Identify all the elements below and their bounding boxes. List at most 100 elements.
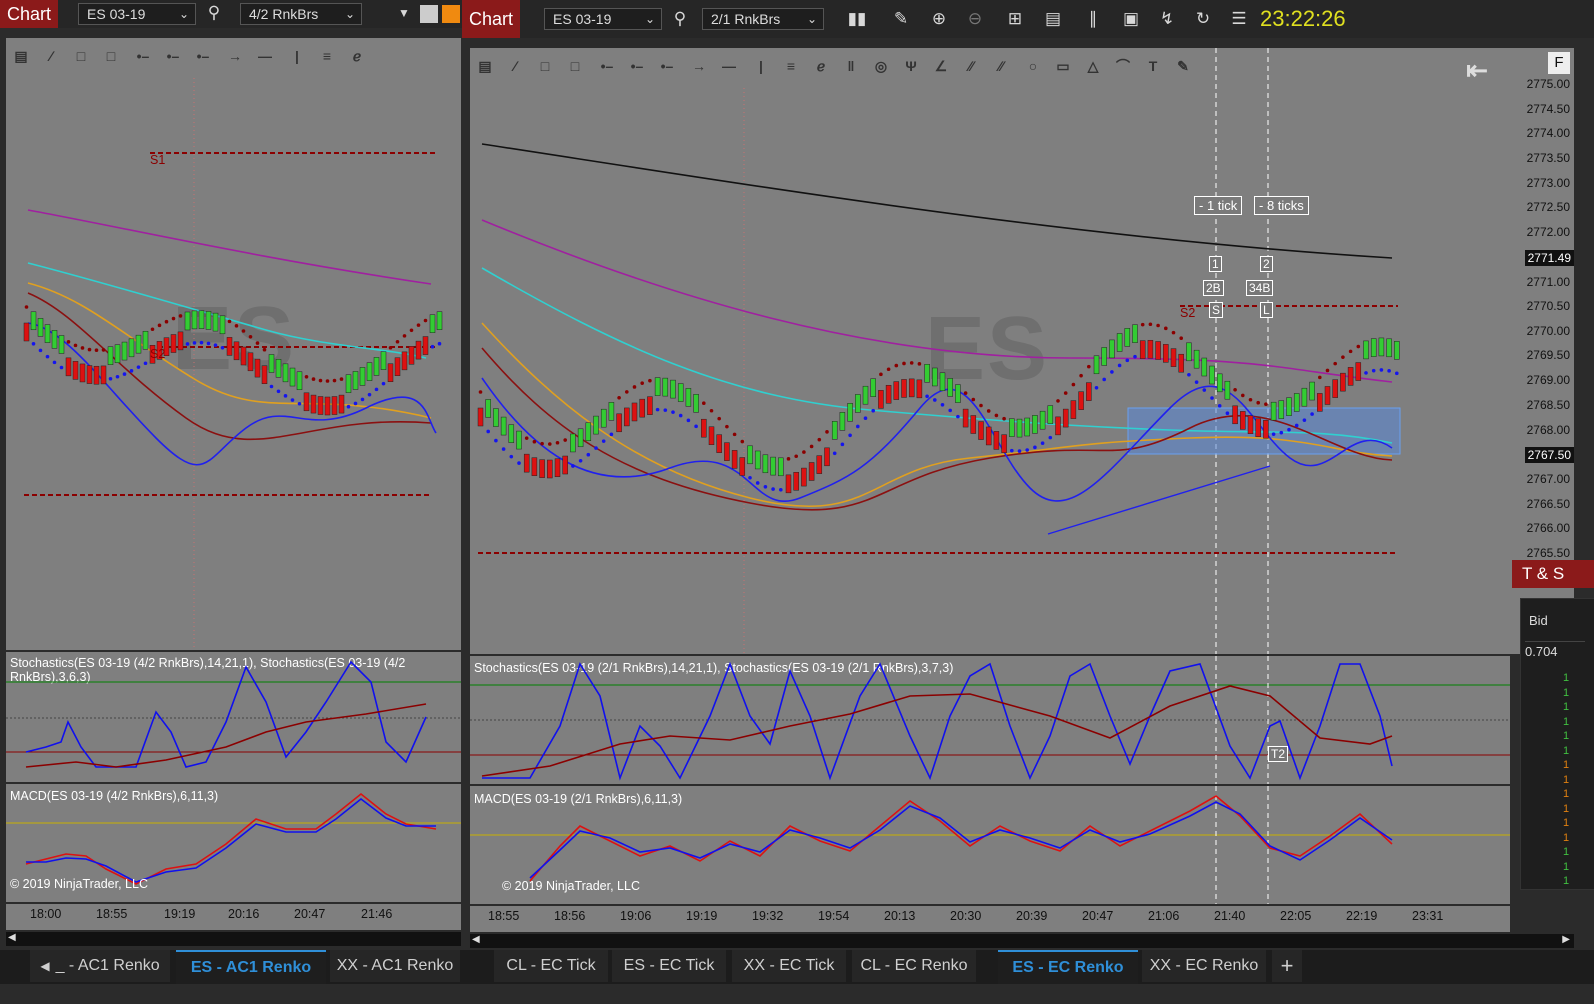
right-instrument-select[interactable]: ES 03-19 ⌄ xyxy=(544,8,662,30)
caret-down-icon[interactable]: ▼ xyxy=(394,0,414,26)
data-box-icon[interactable]: ▤ xyxy=(1040,6,1066,32)
right-stoch-panel[interactable]: Stochastics(ES 03-19 (2/1 RnkBrs),14,21,… xyxy=(470,656,1510,784)
psar-dot xyxy=(66,340,71,344)
right-tab-es-ec-renko[interactable]: ES - EC Renko xyxy=(998,950,1138,984)
left-tab-xx-ac1[interactable]: XX - AC1 Renko xyxy=(330,950,460,982)
candle xyxy=(1317,393,1323,412)
candle xyxy=(585,422,592,441)
candle xyxy=(1216,373,1223,393)
candle xyxy=(985,426,992,446)
psar-dot xyxy=(94,348,99,353)
candle xyxy=(275,359,282,378)
right-chart-tab[interactable]: Chart xyxy=(462,0,520,38)
left-bartype-select[interactable]: 4/2 RnkBrs ⌄ xyxy=(240,3,362,25)
candle xyxy=(1363,340,1369,360)
candle xyxy=(415,340,422,360)
zoom-in-icon[interactable]: ⊕ xyxy=(926,6,952,32)
psar-dot xyxy=(192,341,197,345)
candle xyxy=(1278,400,1285,419)
left-macd-panel[interactable]: MACD(ES 03-19 (4/2 RnkBrs),6,11,3) © 201… xyxy=(6,784,461,902)
search-icon[interactable]: ⚲ xyxy=(668,6,692,32)
psar-dot xyxy=(185,342,190,346)
candle xyxy=(847,403,853,422)
zoom-out-icon[interactable]: ⊖ xyxy=(962,6,988,32)
right-tab-xx-ec-tick[interactable]: XX - EC Tick xyxy=(732,950,846,982)
candle xyxy=(1001,434,1007,453)
templates-icon[interactable]: ▣ xyxy=(1118,6,1144,32)
right-macd-panel[interactable]: MACD(ES 03-19 (2/1 RnkBrs),6,11,3) © 201… xyxy=(470,786,1510,904)
clock: 23:22:26 xyxy=(1260,6,1346,31)
psar-dot xyxy=(517,461,521,465)
psar-dot xyxy=(423,318,428,323)
left-tab-es-ac1[interactable]: ES - AC1 Renko xyxy=(176,950,326,984)
search-icon[interactable]: ⚲ xyxy=(202,0,226,26)
pencil-icon[interactable]: ✎ xyxy=(888,6,914,32)
left-scrollbar[interactable]: ◀ xyxy=(6,932,461,946)
scroll-left-icon[interactable]: ◀ xyxy=(8,932,16,943)
psar-dot xyxy=(269,384,274,389)
right-price-panel[interactable]: ▤ ∕ □ □ •– •– •– → — | ≡ ℯ ‖ ◎ Ψ ∠ ∕∕ ∕∕… xyxy=(470,48,1510,654)
color-swatch-orange-icon[interactable] xyxy=(442,5,460,23)
right-tab-cl-ec-tick[interactable]: CL - EC Tick xyxy=(494,950,608,982)
candle xyxy=(1332,379,1338,398)
psar-dot xyxy=(1225,411,1230,416)
candle xyxy=(593,415,599,435)
left-instrument-select[interactable]: ES 03-19 ⌄ xyxy=(78,3,196,25)
list-icon[interactable]: ☰ xyxy=(1226,6,1252,32)
refresh-icon[interactable]: ↻ xyxy=(1190,6,1216,32)
color-swatch-icon[interactable] xyxy=(420,5,438,23)
left-stoch-panel[interactable]: Stochastics(ES 03-19 (4/2 RnkBrs),14,21,… xyxy=(6,652,461,782)
candle xyxy=(616,413,622,433)
candle xyxy=(345,374,352,393)
candle xyxy=(1355,362,1362,381)
candle xyxy=(1186,342,1192,362)
psar-dot xyxy=(1217,404,1222,408)
psar-dot xyxy=(318,378,323,383)
psar-dot xyxy=(38,348,43,353)
candle xyxy=(724,442,730,461)
candle xyxy=(500,416,507,436)
left-tab-ac1[interactable]: ◀ _ - AC1 Renko xyxy=(30,950,170,982)
candle xyxy=(1093,355,1100,375)
psar-dot xyxy=(227,319,232,324)
f-button[interactable]: F xyxy=(1548,52,1570,74)
candle xyxy=(970,415,977,434)
bars-icon[interactable]: ▮▮ xyxy=(844,6,870,32)
psar-dot xyxy=(879,372,883,377)
psar-dot xyxy=(1271,432,1276,436)
psar-dot xyxy=(663,408,668,412)
strategies-icon[interactable]: ↯ xyxy=(1154,6,1180,32)
right-bartype-value: 2/1 RnkBrs xyxy=(711,11,781,27)
psar-dot xyxy=(87,347,92,352)
time-and-sales-header[interactable]: T & S xyxy=(1512,560,1594,588)
right-tab-cl-ec-renko[interactable]: CL - EC Renko xyxy=(852,950,976,982)
psar-dot xyxy=(563,438,567,442)
psar-dot xyxy=(555,440,560,445)
psar-dot xyxy=(290,398,295,402)
psar-dot xyxy=(963,391,968,395)
candle xyxy=(72,361,79,380)
psar-dot xyxy=(1056,399,1060,403)
tab-prev-icon[interactable]: ◀ xyxy=(40,959,49,973)
right-bartype-select[interactable]: 2/1 RnkBrs ⌄ xyxy=(702,8,824,30)
right-s2-label: S2 xyxy=(1180,306,1196,320)
add-tab-button[interactable]: + xyxy=(1272,950,1302,982)
candle xyxy=(23,322,30,342)
right-scrollbar[interactable]: ◀ ▶ xyxy=(470,934,1574,948)
scroll-left-icon[interactable]: ◀ xyxy=(472,934,480,945)
right-tab-es-ec-tick[interactable]: ES - EC Tick xyxy=(612,950,726,982)
crosshair-icon[interactable]: ⊞ xyxy=(1002,6,1028,32)
psar-dot xyxy=(1002,416,1006,421)
right-tab-xx-ec-renko[interactable]: XX - EC Renko xyxy=(1142,950,1266,982)
candle xyxy=(1340,372,1346,392)
psar-dot xyxy=(940,402,945,407)
properties-icon[interactable]: ∥ xyxy=(1080,6,1106,32)
left-chart-tab[interactable]: Chart xyxy=(0,0,58,28)
psar-dot xyxy=(902,361,906,366)
candle xyxy=(1347,367,1354,386)
psar-dot xyxy=(1348,349,1353,354)
left-price-panel[interactable]: ▤ ∕ □ □ •– •– •– → — | ≡ ℯ ES S1 S2 xyxy=(6,38,461,650)
scroll-right-icon[interactable]: ▶ xyxy=(1562,934,1570,945)
tab-label: ES - EC Tick xyxy=(623,957,715,974)
ts-digit: 1 xyxy=(1563,831,1570,844)
